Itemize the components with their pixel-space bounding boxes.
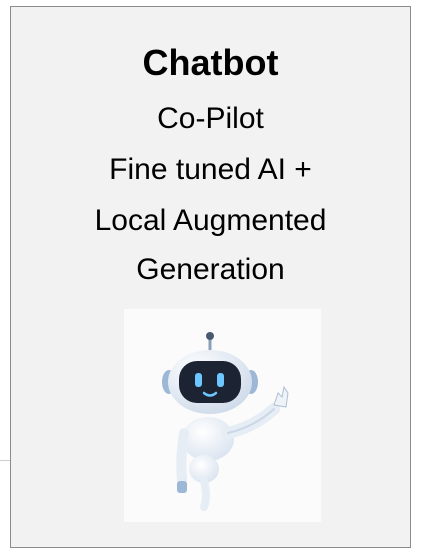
- robot-waving-icon: [162, 332, 289, 511]
- robot-image: [124, 309, 321, 522]
- card-subtitle-line-2: Fine tuned AI +: [109, 153, 312, 186]
- chatbot-card: Chatbot Co-Pilot Fine tuned AI + Local A…: [10, 6, 411, 548]
- card-subtitle-line-3: Local Augmented: [94, 204, 327, 237]
- card-subtitle-line-4: Generation: [136, 253, 285, 286]
- card-title: Chatbot: [142, 42, 279, 83]
- card-subtitle-line-1: Co-Pilot: [157, 102, 264, 135]
- left-divider: [0, 460, 10, 461]
